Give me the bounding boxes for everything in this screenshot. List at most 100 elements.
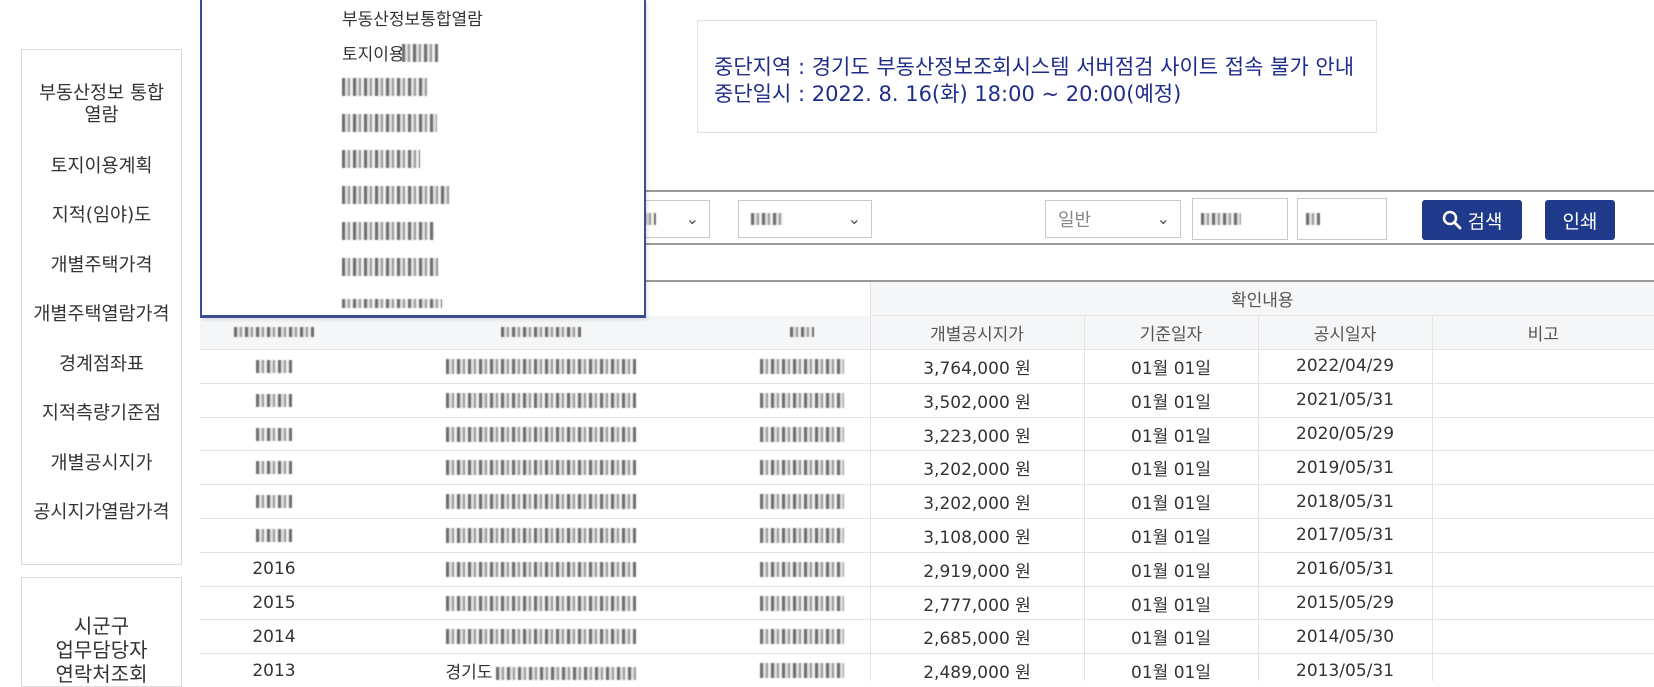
cell-lot (734, 349, 871, 384)
dropdown-item[interactable] (342, 293, 442, 313)
cell-notice-date: 2014/05/30 (1257, 619, 1433, 655)
cell-address: 경기도 (348, 653, 734, 681)
blurred-text (759, 494, 844, 510)
table-row: 3,202,000 원 01월 01일 2019/05/31 (200, 450, 1654, 486)
cell-remark (1431, 417, 1654, 452)
blurred-text (446, 595, 636, 611)
cell-remark (1431, 619, 1654, 655)
contact-lookup-box[interactable]: 시군구 업무담당자 연락처조회 (21, 577, 182, 687)
cell-notice-date: 2022/04/29 (1257, 349, 1433, 384)
cell-base-date: 01월 01일 (1083, 349, 1259, 384)
sidebar-item-land-price[interactable]: 개별공시지가 (22, 439, 181, 489)
cell-notice-date: 2017/05/31 (1257, 518, 1433, 553)
cell-lot (734, 484, 871, 520)
dropdown-item-label: 토지이용계획 (342, 45, 402, 65)
cell-notice-date: 2018/05/31 (1257, 484, 1433, 520)
main-lot-number-input[interactable] (1192, 198, 1288, 240)
cell-lot (734, 383, 871, 418)
table-row: 2013 경기도 2,489,000 원 01월 01일 2013/05/31 (200, 653, 1654, 681)
sidebar-item-label: 부동산정보 통합 열람 (38, 82, 165, 126)
blurred-text (256, 427, 292, 441)
dropdown-item[interactable] (342, 149, 420, 169)
column-header-address (348, 315, 734, 351)
blurred-text (759, 663, 844, 679)
cell-price: 3,202,000 원 (869, 484, 1085, 520)
sidebar-item-label: 지적(임야)도 (51, 205, 152, 227)
table-row: 2015 2,777,000 원 01월 01일 2015/05/29 (200, 586, 1654, 621)
cell-notice-date: 2021/05/31 (1257, 383, 1433, 418)
blurred-text (234, 327, 314, 338)
blurred-text (256, 528, 292, 542)
blurred-text (342, 78, 427, 96)
cell-address (348, 417, 734, 452)
cell-notice-date: 2015/05/29 (1257, 586, 1433, 621)
blurred-text (446, 358, 636, 374)
cell-year (200, 383, 348, 418)
dropdown-item[interactable] (342, 77, 427, 97)
sidebar-item-cadastral-map[interactable]: 지적(임야)도 (22, 192, 181, 242)
cell-remark (1431, 349, 1654, 384)
blurred-text (1306, 213, 1320, 225)
cell-address (348, 349, 734, 384)
cell-notice-date: 2013/05/31 (1257, 653, 1433, 681)
sidebar-item-land-price-review[interactable]: 공시지가열람가격 (22, 489, 181, 539)
cell-address (348, 518, 734, 553)
row-year: 2015 (252, 593, 296, 614)
cell-remark (1431, 552, 1654, 587)
sidebar-item-boundary-coordinates[interactable]: 경계점좌표 (22, 340, 181, 390)
blurred-text (759, 629, 844, 645)
cell-price: 3,502,000 원 (869, 383, 1085, 418)
blurred-text (1201, 213, 1241, 225)
cell-notice-date: 2019/05/31 (1257, 450, 1433, 486)
cell-lot (734, 552, 871, 587)
print-button-label: 인쇄 (1562, 210, 1598, 233)
land-type-value: 일반 (1058, 210, 1092, 231)
cell-remark (1431, 653, 1654, 681)
blurred-text (342, 222, 434, 240)
dropdown-item-land-use-plan[interactable]: 토지이용계획 (342, 40, 438, 65)
cell-notice-date: 2020/05/29 (1257, 417, 1433, 452)
blurred-text (751, 213, 783, 225)
dropdown-item[interactable] (342, 221, 434, 241)
cell-year: 2016 (200, 552, 348, 587)
sidebar-item-house-price[interactable]: 개별주택가격 (22, 241, 181, 291)
print-button[interactable]: 인쇄 (1545, 200, 1615, 240)
column-header-year (200, 315, 348, 351)
blurred-text (446, 561, 636, 577)
cell-base-date: 01월 01일 (1083, 619, 1259, 655)
blurred-text (342, 114, 437, 132)
sidebar-item-house-price-review[interactable]: 개별주택열람가격 (22, 291, 181, 341)
cell-lot (734, 518, 871, 553)
cell-price: 3,223,000 원 (869, 417, 1085, 452)
blurred-text (759, 426, 844, 442)
sidebar-item-land-use-plan[interactable]: 토지이용계획 (22, 142, 181, 192)
blurred-text (446, 527, 636, 543)
blurred-text (446, 460, 636, 476)
blurred-text (759, 392, 844, 408)
blurred-text (759, 527, 844, 543)
cell-year (200, 518, 348, 553)
sidebar-item-integrated-view[interactable]: 부동산정보 통합 열람 (22, 50, 181, 142)
cell-lot (734, 586, 871, 621)
dropdown-item-integrated-view[interactable]: 부동산정보통합열람 (342, 5, 483, 30)
land-type-select[interactable]: 일반 ⌄ (1045, 200, 1181, 238)
cell-lot (734, 619, 871, 655)
sub-lot-number-input[interactable] (1297, 198, 1387, 240)
cell-year (200, 450, 348, 486)
cell-address (348, 484, 734, 520)
cell-address (348, 586, 734, 621)
dropdown-item[interactable] (342, 185, 450, 205)
cell-price: 3,202,000 원 (869, 450, 1085, 486)
cell-base-date: 01월 01일 (1083, 484, 1259, 520)
left-sidebar: 부동산정보 통합 열람 토지이용계획 지적(임야)도 개별주택가격 개별주택열람… (21, 49, 182, 565)
search-button[interactable]: 검색 (1422, 200, 1522, 240)
cell-year (200, 484, 348, 520)
search-icon (1442, 210, 1461, 230)
dropdown-item[interactable] (342, 257, 439, 277)
sidebar-item-survey-control-point[interactable]: 지적측량기준점 (22, 390, 181, 440)
blurred-text (759, 460, 844, 476)
notice-schedule: 중단일시 : 2022. 8. 16(화) 18:00 ~ 20:00(예정) (714, 82, 1182, 106)
cell-base-date: 01월 01일 (1083, 518, 1259, 553)
district-select[interactable]: ⌄ (738, 200, 872, 238)
dropdown-item[interactable] (342, 113, 437, 133)
